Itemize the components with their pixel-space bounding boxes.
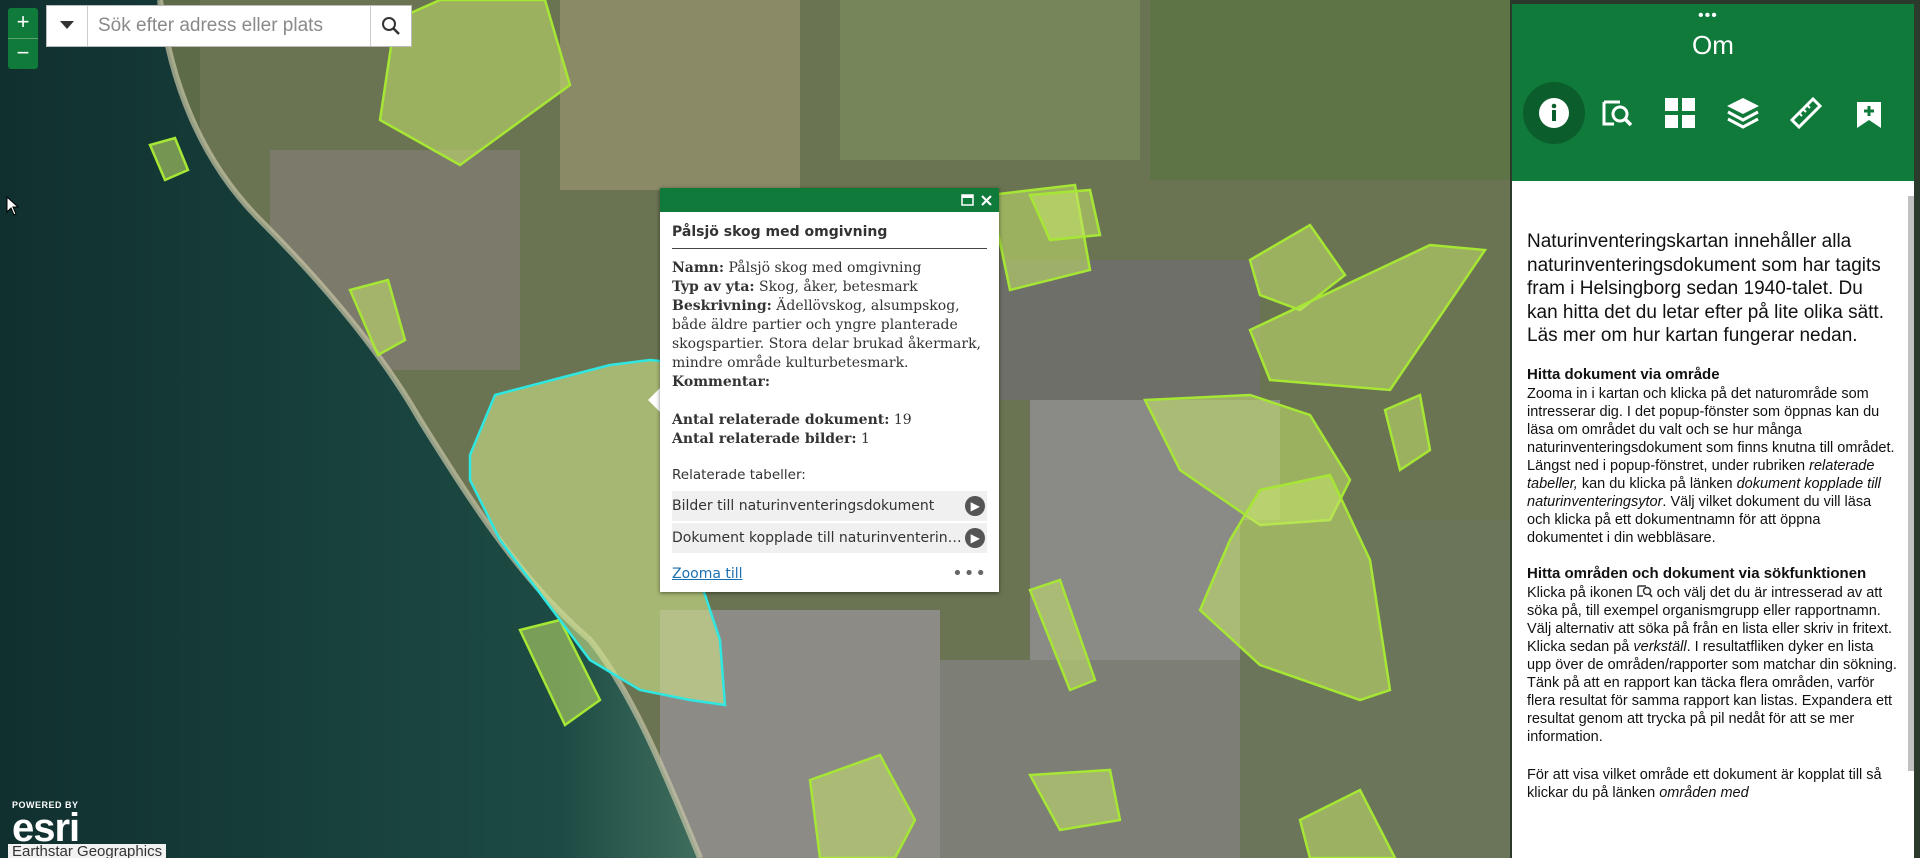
chevron-right-icon: ▶ [965, 496, 985, 516]
attr-type: Typ av yta: Skog, åker, betesmark [672, 279, 918, 295]
search-input[interactable] [88, 6, 370, 46]
search-widget [46, 5, 412, 47]
section-text-area: Zooma in i kartan och klicka på det natu… [1527, 385, 1895, 546]
widget-toolbar [1523, 82, 1900, 144]
attr-name: Namn: Pålsjö skog med omgivning [672, 260, 922, 276]
esri-wordmark: esri [12, 806, 80, 850]
panel-handle[interactable]: ••• [1698, 8, 1718, 24]
attr-description: Beskrivning: Ädellövskog, alsumpskog, bå… [672, 298, 982, 371]
bookmark-add-icon [1857, 102, 1881, 128]
grid-icon [1665, 98, 1695, 128]
widgets-tool[interactable] [1649, 82, 1711, 144]
search-button[interactable] [370, 6, 411, 46]
add-data-tool[interactable] [1838, 82, 1900, 144]
info-icon [1539, 98, 1569, 128]
about-tool[interactable] [1523, 82, 1585, 144]
attr-comment: Kommentar: [672, 374, 770, 390]
zoom-in-button[interactable]: + [8, 8, 38, 38]
zoom-to-link[interactable]: Zooma till [672, 566, 743, 582]
attr-image-count: Antal relaterade bilder: 1 [672, 431, 870, 447]
query-icon [1602, 100, 1633, 127]
maximize-icon[interactable] [961, 194, 974, 206]
query-tool[interactable] [1586, 82, 1648, 144]
caret-down-icon [60, 21, 74, 29]
chevron-right-icon: ▶ [965, 528, 985, 548]
popup-title: Pålsjö skog med omgivning [672, 224, 987, 249]
esri-logo: POWERED BY esri [12, 800, 80, 850]
search-source-dropdown[interactable] [47, 6, 88, 46]
close-icon[interactable] [980, 194, 993, 207]
section-heading-search: Hitta områden och dokument via sökfunkti… [1527, 564, 1867, 582]
map-attribution[interactable]: Earthstar Geographics [8, 844, 167, 858]
section-text-search: Klicka på ikonen och välj det du är intr… [1527, 584, 1897, 745]
related-tables-heading: Relaterade tabeller: [672, 467, 806, 483]
panel-content[interactable]: Naturinventeringskartan innehåller alla … [1512, 181, 1904, 858]
popup-header [660, 188, 999, 212]
measure-icon [1789, 96, 1823, 130]
panel-scrollbar[interactable] [1908, 196, 1914, 771]
panel-header: ••• Om [1512, 4, 1914, 181]
feature-popup: Pålsjö skog med omgivning Namn: Pålsjö s… [660, 188, 999, 592]
intro-text: Naturinventeringskartan innehåller alla … [1527, 231, 1884, 346]
attr-doc-count: Antal relaterade dokument: 19 [672, 412, 912, 428]
related-table-images[interactable]: Bilder till naturinventeringsdokument ▶ [672, 491, 987, 521]
popup-body: Pålsjö skog med omgivning Namn: Pålsjö s… [660, 212, 999, 592]
section-heading-area: Hitta dokument via område [1527, 365, 1720, 383]
mouse-cursor-icon [6, 196, 20, 216]
popup-pointer [648, 388, 660, 412]
side-panel: ••• Om Naturinventeringskartan innehålle… [1512, 4, 1914, 858]
popup-attributes: Namn: Pålsjö skog med omgivning Typ av y… [672, 259, 987, 449]
measure-tool[interactable] [1775, 82, 1837, 144]
popup-footer: Zooma till ••• [672, 563, 987, 584]
more-options-button[interactable]: ••• [952, 563, 987, 584]
zoom-controls: + − [8, 8, 38, 69]
search-icon [382, 17, 400, 35]
section-text-area-link: För att visa vilket område ett dokument … [1527, 766, 1882, 801]
layers-tool[interactable] [1712, 82, 1774, 144]
panel-title: Om [1692, 30, 1734, 60]
layers-icon [1727, 98, 1759, 129]
related-table-documents[interactable]: Dokument kopplade till naturinventerings… [672, 523, 987, 553]
query-icon [1636, 584, 1653, 598]
zoom-out-button[interactable]: − [8, 38, 38, 69]
